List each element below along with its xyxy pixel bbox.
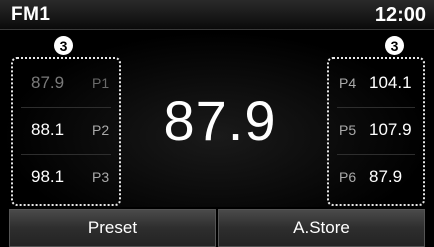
preset-number: P4 [339, 75, 357, 91]
preset-number: P2 [92, 122, 110, 138]
preset-button[interactable]: Preset [9, 209, 216, 247]
preset-number: P6 [339, 169, 357, 185]
preset-number: P1 [92, 75, 110, 91]
clock: 12:00 [374, 4, 426, 26]
preset-number: P3 [92, 169, 110, 185]
callout-marker-left: 3 [54, 36, 73, 55]
preset-frequency: 98.1 [31, 167, 65, 186]
preset-group-right: P4 104.1 P5 107.9 P6 87.9 [327, 57, 425, 206]
preset-number: P5 [339, 122, 357, 138]
preset-frequency: 107.9 [369, 120, 412, 139]
autostore-button[interactable]: A.Store [218, 209, 425, 247]
radio-screen: FM1 12:00 3 3 87.9 P1 88.1 P2 98.1 P3 87… [0, 0, 434, 247]
preset-frequency: 104.1 [369, 73, 412, 92]
status-bar: FM1 12:00 [0, 0, 434, 30]
bottom-button-bar: Preset A.Store [0, 209, 434, 247]
preset-group-left: 87.9 P1 88.1 P2 98.1 P3 [11, 57, 121, 206]
preset-button-p4[interactable]: P4 104.1 [329, 60, 423, 106]
preset-button-p6[interactable]: P6 87.9 [329, 154, 423, 200]
preset-frequency: 88.1 [31, 120, 65, 139]
preset-frequency: 87.9 [369, 167, 403, 186]
preset-button-p2[interactable]: 88.1 P2 [13, 107, 119, 153]
preset-button-p5[interactable]: P5 107.9 [329, 107, 423, 153]
current-frequency: 87.9 [163, 89, 277, 152]
preset-button-p3[interactable]: 98.1 P3 [13, 154, 119, 200]
callout-marker-right: 3 [385, 36, 404, 55]
band-label: FM1 [11, 4, 51, 25]
preset-frequency: 87.9 [31, 73, 65, 92]
preset-button-p1[interactable]: 87.9 P1 [13, 60, 119, 106]
